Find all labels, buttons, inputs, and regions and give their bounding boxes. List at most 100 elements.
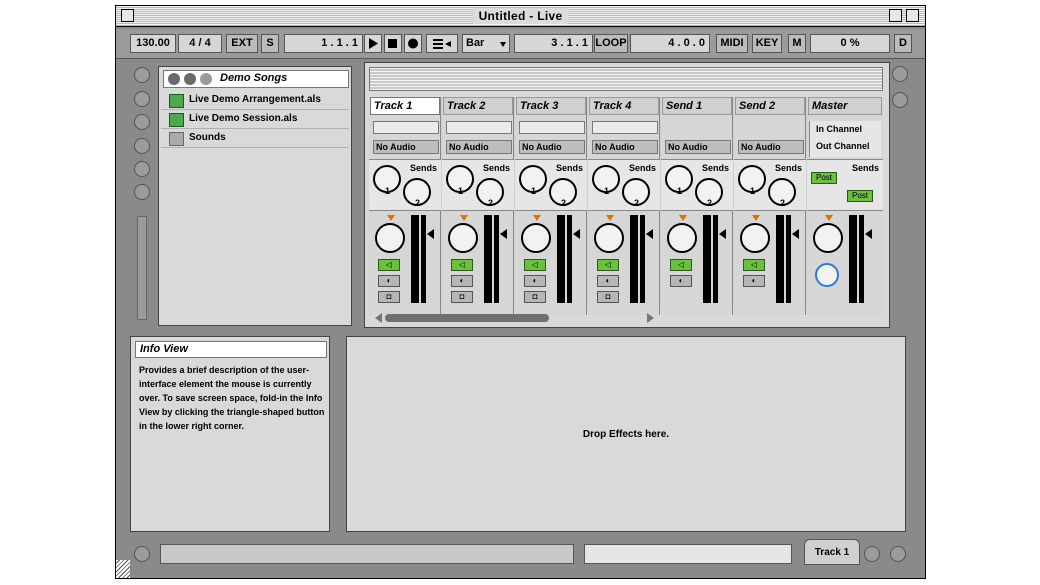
s-button[interactable]: S bbox=[261, 34, 279, 53]
zoom-box[interactable] bbox=[889, 9, 902, 22]
speaker-on-icon[interactable]: ◁ bbox=[451, 259, 473, 271]
pan-knob[interactable] bbox=[448, 223, 478, 253]
title-bar[interactable]: Untitled - Live bbox=[116, 6, 925, 27]
headphone-icon[interactable] bbox=[168, 73, 180, 85]
in-channel-label[interactable]: In Channel bbox=[816, 124, 862, 134]
out-channel-label[interactable]: Out Channel bbox=[816, 141, 870, 151]
back-arrow-icon[interactable] bbox=[134, 67, 150, 83]
d-button[interactable]: D bbox=[894, 34, 912, 53]
solo-cue-icon[interactable]: ◐ bbox=[670, 275, 692, 287]
browser-fold-handle[interactable] bbox=[137, 216, 147, 320]
input-type-chooser[interactable] bbox=[373, 121, 439, 134]
pan-knob[interactable] bbox=[375, 223, 405, 253]
device-chain-icon[interactable] bbox=[864, 546, 880, 562]
play-button[interactable] bbox=[364, 34, 382, 53]
track-name[interactable]: Send 1 bbox=[662, 97, 732, 115]
midi-map-button[interactable]: MIDI bbox=[716, 34, 748, 53]
volume-fader[interactable] bbox=[859, 215, 864, 303]
plug-icon[interactable] bbox=[134, 114, 150, 130]
cue-volume-knob[interactable] bbox=[815, 263, 839, 287]
solo-cue-icon[interactable]: ◐ bbox=[451, 275, 473, 287]
device-browser-icon[interactable] bbox=[134, 161, 150, 177]
overview-bar[interactable] bbox=[369, 67, 883, 91]
info-fold-triangle-icon[interactable] bbox=[134, 546, 150, 562]
horizontal-scrollbar[interactable] bbox=[385, 314, 549, 322]
browser-header[interactable]: Demo Songs bbox=[163, 70, 349, 88]
solo-cue-icon[interactable]: ◐ bbox=[524, 275, 546, 287]
pan-knob[interactable] bbox=[740, 223, 770, 253]
solo-cue-icon[interactable]: ◐ bbox=[378, 275, 400, 287]
pan-knob[interactable] bbox=[813, 223, 843, 253]
track-name[interactable]: Track 1 bbox=[370, 97, 440, 115]
close-box[interactable] bbox=[121, 9, 134, 22]
collapse-box[interactable] bbox=[906, 9, 919, 22]
m-button[interactable]: M bbox=[788, 34, 806, 53]
speaker-on-icon[interactable]: ◁ bbox=[378, 259, 400, 271]
quantize-menu[interactable]: Bar bbox=[462, 34, 510, 53]
pan-knob[interactable] bbox=[521, 223, 551, 253]
track-name[interactable]: Master bbox=[808, 97, 882, 115]
arm-record-icon[interactable]: ◘ bbox=[597, 291, 619, 303]
stop-button[interactable] bbox=[384, 34, 402, 53]
position-field[interactable]: 1 . 1 . 1 bbox=[284, 34, 363, 53]
volume-fader[interactable] bbox=[786, 215, 791, 303]
device-fold-triangle-icon[interactable] bbox=[890, 546, 906, 562]
list-item[interactable]: Sounds bbox=[161, 129, 349, 148]
speaker-on-icon[interactable]: ◁ bbox=[743, 259, 765, 271]
volume-fader[interactable] bbox=[421, 215, 426, 303]
volume-fader[interactable] bbox=[494, 215, 499, 303]
folder-browser-icon[interactable] bbox=[134, 138, 150, 154]
pan-knob[interactable] bbox=[594, 223, 624, 253]
solo-cue-icon[interactable]: ◐ bbox=[743, 275, 765, 287]
phone-icon[interactable] bbox=[184, 73, 196, 85]
record-button[interactable] bbox=[404, 34, 422, 53]
refresh-icon[interactable] bbox=[134, 91, 150, 107]
input-channel-chooser[interactable]: No Audio bbox=[519, 140, 585, 154]
loop-button[interactable]: LOOP bbox=[594, 34, 628, 53]
time-signature-field[interactable]: 4 / 4 bbox=[178, 34, 222, 53]
list-item[interactable]: Live Demo Arrangement.als bbox=[161, 91, 349, 110]
input-channel-chooser[interactable]: No Audio bbox=[373, 140, 439, 154]
speaker-on-icon[interactable]: ◁ bbox=[524, 259, 546, 271]
post-button-1[interactable]: Post bbox=[811, 172, 837, 184]
resize-grip[interactable] bbox=[116, 560, 130, 578]
level-meter bbox=[484, 215, 492, 303]
scroll-right-icon[interactable] bbox=[647, 313, 654, 323]
volume-fader[interactable] bbox=[640, 215, 645, 303]
loop-length-field[interactable]: 4 . 0 . 0 bbox=[630, 34, 710, 53]
ext-sync-button[interactable]: EXT bbox=[226, 34, 258, 53]
post-button-2[interactable]: Post bbox=[847, 190, 873, 202]
volume-fader[interactable] bbox=[713, 215, 718, 303]
plugin-browser-icon[interactable] bbox=[134, 184, 150, 200]
input-channel-chooser[interactable]: No Audio bbox=[592, 140, 658, 154]
speaker-on-icon[interactable]: ◁ bbox=[597, 259, 619, 271]
track-name[interactable]: Track 3 bbox=[516, 97, 586, 115]
track-name[interactable]: Send 2 bbox=[735, 97, 805, 115]
down-arrow-icon[interactable] bbox=[200, 73, 212, 85]
tempo-field[interactable]: 130.00 bbox=[130, 34, 176, 53]
arm-record-icon[interactable]: ◘ bbox=[524, 291, 546, 303]
input-channel-chooser[interactable]: No Audio bbox=[665, 140, 731, 154]
track-name[interactable]: Track 4 bbox=[589, 97, 659, 115]
speaker-on-icon[interactable]: ◁ bbox=[670, 259, 692, 271]
input-channel-chooser[interactable]: No Audio bbox=[738, 140, 804, 154]
input-type-chooser[interactable] bbox=[519, 121, 585, 134]
track-name[interactable]: Track 2 bbox=[443, 97, 513, 115]
input-type-chooser[interactable] bbox=[446, 121, 512, 134]
input-channel-chooser[interactable]: No Audio bbox=[446, 140, 512, 154]
menu-lines-icon[interactable] bbox=[892, 66, 908, 82]
list-item[interactable]: Live Demo Session.als bbox=[161, 110, 349, 129]
solo-cue-icon[interactable]: ◐ bbox=[597, 275, 619, 287]
columns-icon[interactable] bbox=[892, 92, 908, 108]
arm-record-icon[interactable]: ◘ bbox=[451, 291, 473, 303]
pan-knob[interactable] bbox=[667, 223, 697, 253]
key-map-button[interactable]: KEY bbox=[752, 34, 782, 53]
volume-fader[interactable] bbox=[567, 215, 572, 303]
overdub-button[interactable] bbox=[426, 34, 458, 53]
arm-record-icon[interactable]: ◘ bbox=[378, 291, 400, 303]
loop-start-field[interactable]: 3 . 1 . 1 bbox=[514, 34, 593, 53]
input-type-chooser[interactable] bbox=[592, 121, 658, 134]
scroll-left-icon[interactable] bbox=[375, 313, 382, 323]
device-view[interactable]: Drop Effects here. bbox=[346, 336, 906, 532]
track-view-tab[interactable]: Track 1 bbox=[804, 539, 860, 565]
